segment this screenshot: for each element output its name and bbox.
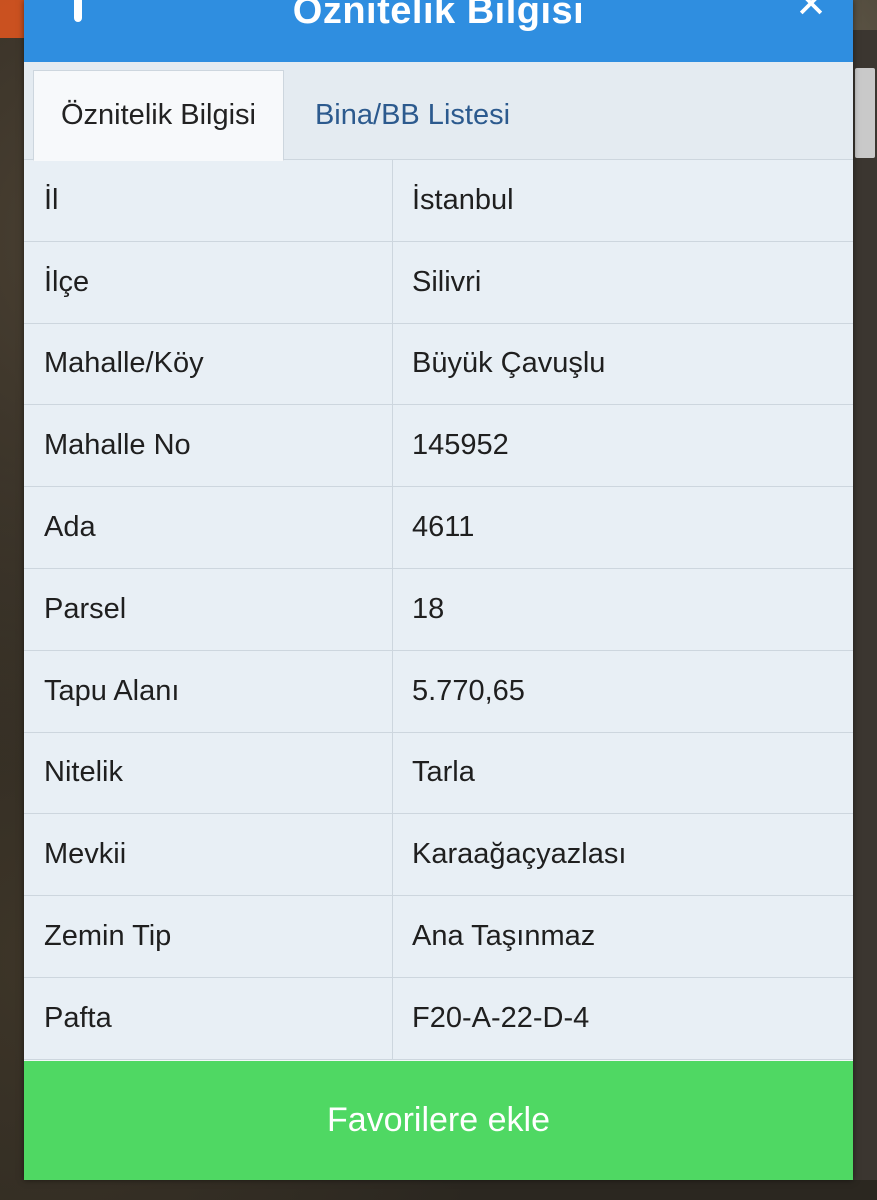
table-row: Nitelik Tarla [24, 732, 853, 815]
table-row: Mahalle/Köy Büyük Çavuşlu [24, 323, 853, 406]
corner-marker [0, 0, 24, 38]
row-value: Tarla [412, 756, 475, 789]
row-label: Pafta [24, 977, 393, 1059]
row-label: Mahalle/Köy [24, 323, 393, 405]
table-row: Tapu Alanı 5.770,65 [24, 650, 853, 733]
row-value: F20-A-22-D-4 [412, 1001, 590, 1034]
dialog-title: Öznitelik Bilgisi [292, 0, 585, 32]
row-label: Mevkii [24, 814, 393, 896]
tab-bar: Öznitelik Bilgisi Bina/BB Listesi [24, 62, 853, 161]
close-icon[interactable]: ✕ [795, 0, 827, 24]
row-value: 4611 [412, 511, 475, 544]
row-label: İlçe [24, 241, 393, 323]
add-to-favorites-button[interactable]: Favorilere ekle [24, 1061, 853, 1180]
attribute-dialog: Öznitelik Bilgisi ✕ Öznitelik Bilgisi Bi… [24, 0, 853, 1180]
tab-building-list[interactable]: Bina/BB Listesi [300, 70, 525, 160]
row-label: Ada [24, 487, 393, 568]
table-row: Ada 4611 [24, 487, 853, 569]
row-value: Ana Taşınmaz [412, 920, 596, 953]
table-row: Zemin Tip Ana Taşınmaz [24, 896, 853, 978]
row-value: 145952 [412, 429, 509, 462]
pin-icon [74, 0, 82, 22]
row-value: Silivri [412, 265, 482, 298]
table-row: İl İstanbul [24, 160, 853, 242]
row-label: Zemin Tip [24, 896, 393, 977]
row-value: 5.770,65 [412, 674, 525, 707]
dialog-header: Öznitelik Bilgisi ✕ [24, 0, 853, 62]
attribute-table: İl İstanbul İlçe Silivri Mahalle/Köy Büy… [24, 160, 853, 1060]
table-row: Parsel 18 [24, 568, 853, 651]
table-row: Mahalle No 145952 [24, 405, 853, 488]
scrollbar-track[interactable] [853, 30, 877, 1180]
table-row: Pafta F20-A-22-D-4 [24, 977, 853, 1060]
row-label: Tapu Alanı [24, 650, 393, 732]
row-value: 18 [412, 592, 445, 625]
row-label: Parsel [24, 568, 393, 650]
row-label: Nitelik [24, 732, 393, 814]
row-label: Mahalle No [24, 405, 393, 487]
table-row: İlçe Silivri [24, 241, 853, 324]
row-value: Karaağaçyazlası [412, 838, 627, 871]
table-row: Mevkii Karaağaçyazlası [24, 814, 853, 897]
row-value: Büyük Çavuşlu [412, 347, 606, 380]
tab-attribute-info[interactable]: Öznitelik Bilgisi [33, 70, 284, 161]
row-label: İl [24, 160, 393, 241]
row-value: İstanbul [412, 183, 514, 216]
scrollbar-thumb[interactable] [855, 68, 875, 158]
